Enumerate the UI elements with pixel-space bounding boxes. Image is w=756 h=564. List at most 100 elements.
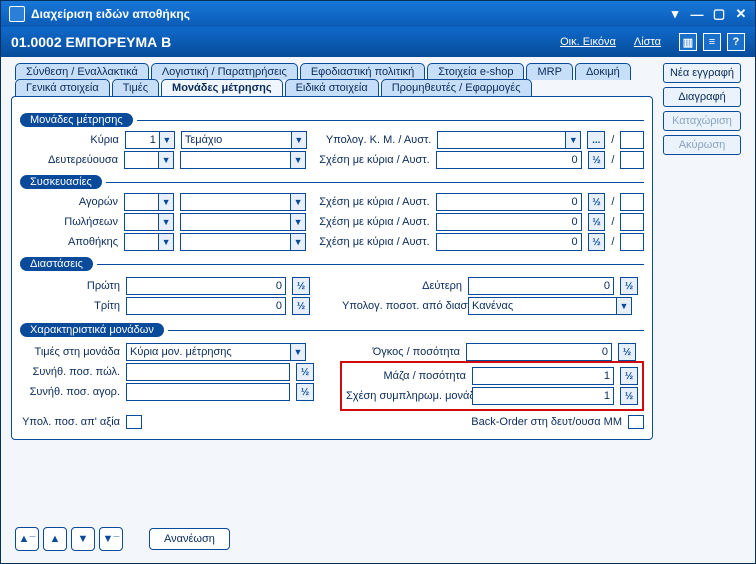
usual-qty-sales-input[interactable] [126, 363, 290, 381]
refresh-button[interactable]: Ανανέωση [149, 528, 230, 550]
calc-qty-dims-input[interactable] [468, 297, 616, 315]
mass-per-qty-half-button[interactable]: ½ [620, 367, 638, 385]
window-close-icon[interactable]: ✕ [733, 7, 749, 21]
volume-per-qty-input[interactable] [466, 343, 612, 361]
link-economic-image[interactable]: Οικ. Εικόνα [560, 36, 616, 48]
window-maximize-icon[interactable]: ▢ [711, 7, 727, 21]
wh-pack-name-input[interactable] [180, 233, 290, 251]
group-units-title: Μονάδες μέτρησης [20, 113, 133, 127]
titlebar: Διαχείριση ειδών αποθήκης ▾ — ▢ ✕ [1, 1, 755, 27]
rel-supp-unit-half-button[interactable]: ½ [620, 387, 638, 405]
main-unit-code-input[interactable] [125, 131, 159, 149]
calc-km-strict-field[interactable] [620, 131, 644, 149]
rel-main-wh-input[interactable] [436, 233, 582, 251]
save-button[interactable]: Καταχώριση [663, 111, 741, 131]
tab-prices[interactable]: Τιμές [112, 79, 159, 96]
label-back-order: Back-Order στη δευτ/ουσα MM [471, 416, 622, 428]
tab-test[interactable]: Δοκιμή [575, 63, 631, 80]
secondary-unit-name-dropdown-icon[interactable]: ▼ [290, 151, 306, 169]
purch-pack-code-dropdown-icon[interactable]: ▼ [158, 193, 174, 211]
tool-help-icon[interactable]: ? [727, 33, 745, 51]
mass-per-qty-input[interactable] [472, 367, 614, 385]
group-dimensions-title: Διαστάσεις [20, 257, 93, 271]
nav-first-icon[interactable]: ▲— [15, 527, 39, 551]
values-at-unit-input[interactable] [126, 343, 290, 361]
group-units: Μονάδες μέτρησης Κύρια ▼ ▼ Υπολογ. Κ. Μ.… [20, 113, 644, 169]
label-rel-main-wh: Σχέση με κύρια / Αυστ. [312, 236, 430, 248]
label-calc-km: Υπολογ. Κ. Μ. / Αυστ. [313, 134, 432, 146]
main-unit-name-dropdown-icon[interactable]: ▼ [291, 131, 307, 149]
wh-pack-code-input[interactable] [124, 233, 158, 251]
delete-button[interactable]: Διαγραφή [663, 87, 741, 107]
sales-pack-code-dropdown-icon[interactable]: ▼ [158, 213, 174, 231]
rel-main-secondary-half-button[interactable]: ½ [588, 151, 606, 169]
dim-second-input[interactable] [468, 277, 614, 295]
dim-second-half-button[interactable]: ½ [620, 277, 638, 295]
tabs-row-1: Σύνθεση / Εναλλακτικά Λογιστική / Παρατη… [15, 63, 653, 80]
rel-main-wh-strict-field[interactable] [620, 233, 644, 251]
purch-pack-name-dropdown-icon[interactable]: ▼ [290, 193, 306, 211]
calc-km-input[interactable] [437, 131, 565, 149]
tab-eshop[interactable]: Στοιχεία e-shop [427, 63, 524, 80]
volume-per-qty-half-button[interactable]: ½ [618, 343, 636, 361]
rel-main-secondary-input[interactable] [436, 151, 582, 169]
usual-qty-purch-input[interactable] [126, 383, 290, 401]
cancel-button[interactable]: Ακύρωση [663, 135, 741, 155]
wh-pack-code-dropdown-icon[interactable]: ▼ [158, 233, 174, 251]
calc-km-lookup-button[interactable]: ... [587, 131, 605, 149]
purch-pack-name-input[interactable] [180, 193, 290, 211]
tab-accounting[interactable]: Λογιστική / Παρατηρήσεις [151, 63, 298, 80]
rel-main-purch-strict-field[interactable] [620, 193, 644, 211]
sales-pack-name-input[interactable] [180, 213, 290, 231]
usual-qty-sales-half-button[interactable]: ½ [296, 363, 314, 381]
wh-pack-name-dropdown-icon[interactable]: ▼ [290, 233, 306, 251]
dim-third-half-button[interactable]: ½ [292, 297, 310, 315]
values-at-unit-dropdown-icon[interactable]: ▼ [290, 343, 306, 361]
sales-pack-name-dropdown-icon[interactable]: ▼ [290, 213, 306, 231]
calc-km-dropdown-icon[interactable]: ▼ [565, 131, 581, 149]
usual-qty-purch-half-button[interactable]: ½ [296, 383, 314, 401]
tool-menu-icon[interactable]: ≡ [703, 33, 721, 51]
rel-main-purch-half-button[interactable]: ½ [588, 193, 606, 211]
calc-qty-dims-dropdown-icon[interactable]: ▼ [616, 297, 632, 315]
dim-first-input[interactable] [126, 277, 286, 295]
main-unit-code-dropdown-icon[interactable]: ▼ [159, 131, 175, 149]
tool-columns-icon[interactable]: ▥ [679, 33, 697, 51]
main-unit-name-input[interactable] [181, 131, 291, 149]
nav-last-icon[interactable]: ▼— [99, 527, 123, 551]
rel-supp-unit-input[interactable] [472, 387, 614, 405]
new-record-button[interactable]: Νέα εγγραφή [663, 63, 741, 83]
link-list[interactable]: Λίστα [634, 36, 661, 48]
tab-units[interactable]: Μονάδες μέτρησης [161, 79, 283, 96]
tab-composition[interactable]: Σύνθεση / Εναλλακτικά [15, 63, 149, 80]
purch-pack-code-input[interactable] [124, 193, 158, 211]
dim-first-half-button[interactable]: ½ [292, 277, 310, 295]
app-icon [9, 6, 25, 22]
label-dim-third: Τρίτη [20, 300, 120, 312]
tab-panel-units: Μονάδες μέτρησης Κύρια ▼ ▼ Υπολογ. Κ. Μ.… [11, 96, 653, 440]
label-main-unit: Κύρια [20, 134, 119, 146]
tab-suppliers[interactable]: Προμηθευτές / Εφαρμογές [381, 79, 532, 96]
tab-special[interactable]: Ειδικά στοιχεία [285, 79, 379, 96]
window-minimize-icon[interactable]: — [689, 7, 705, 21]
highlight-box: Μάζα / ποσότητα ½ Σχέση συμπληρωμ. μονάδ… [340, 361, 644, 411]
window-dropdown-icon[interactable]: ▾ [667, 7, 683, 21]
dim-third-input[interactable] [126, 297, 286, 315]
rel-main-wh-half-button[interactable]: ½ [588, 233, 606, 251]
rel-main-secondary-strict-field[interactable] [620, 151, 644, 169]
nav-prev-icon[interactable]: ▲ [43, 527, 67, 551]
nav-next-icon[interactable]: ▼ [71, 527, 95, 551]
secondary-unit-code-dropdown-icon[interactable]: ▼ [158, 151, 174, 169]
back-order-checkbox[interactable] [628, 415, 644, 429]
secondary-unit-code-input[interactable] [124, 151, 158, 169]
rel-main-sales-strict-field[interactable] [620, 213, 644, 231]
tab-general[interactable]: Γενικά στοιχεία [15, 79, 110, 96]
rel-main-purch-input[interactable] [436, 193, 582, 211]
rel-main-sales-input[interactable] [436, 213, 582, 231]
secondary-unit-name-input[interactable] [180, 151, 290, 169]
tab-mrp[interactable]: MRP [526, 63, 572, 80]
sales-pack-code-input[interactable] [124, 213, 158, 231]
tab-supply-policy[interactable]: Εφοδιαστική πολιτική [300, 63, 425, 80]
calc-from-value-checkbox[interactable] [126, 415, 142, 429]
rel-main-sales-half-button[interactable]: ½ [588, 213, 606, 231]
